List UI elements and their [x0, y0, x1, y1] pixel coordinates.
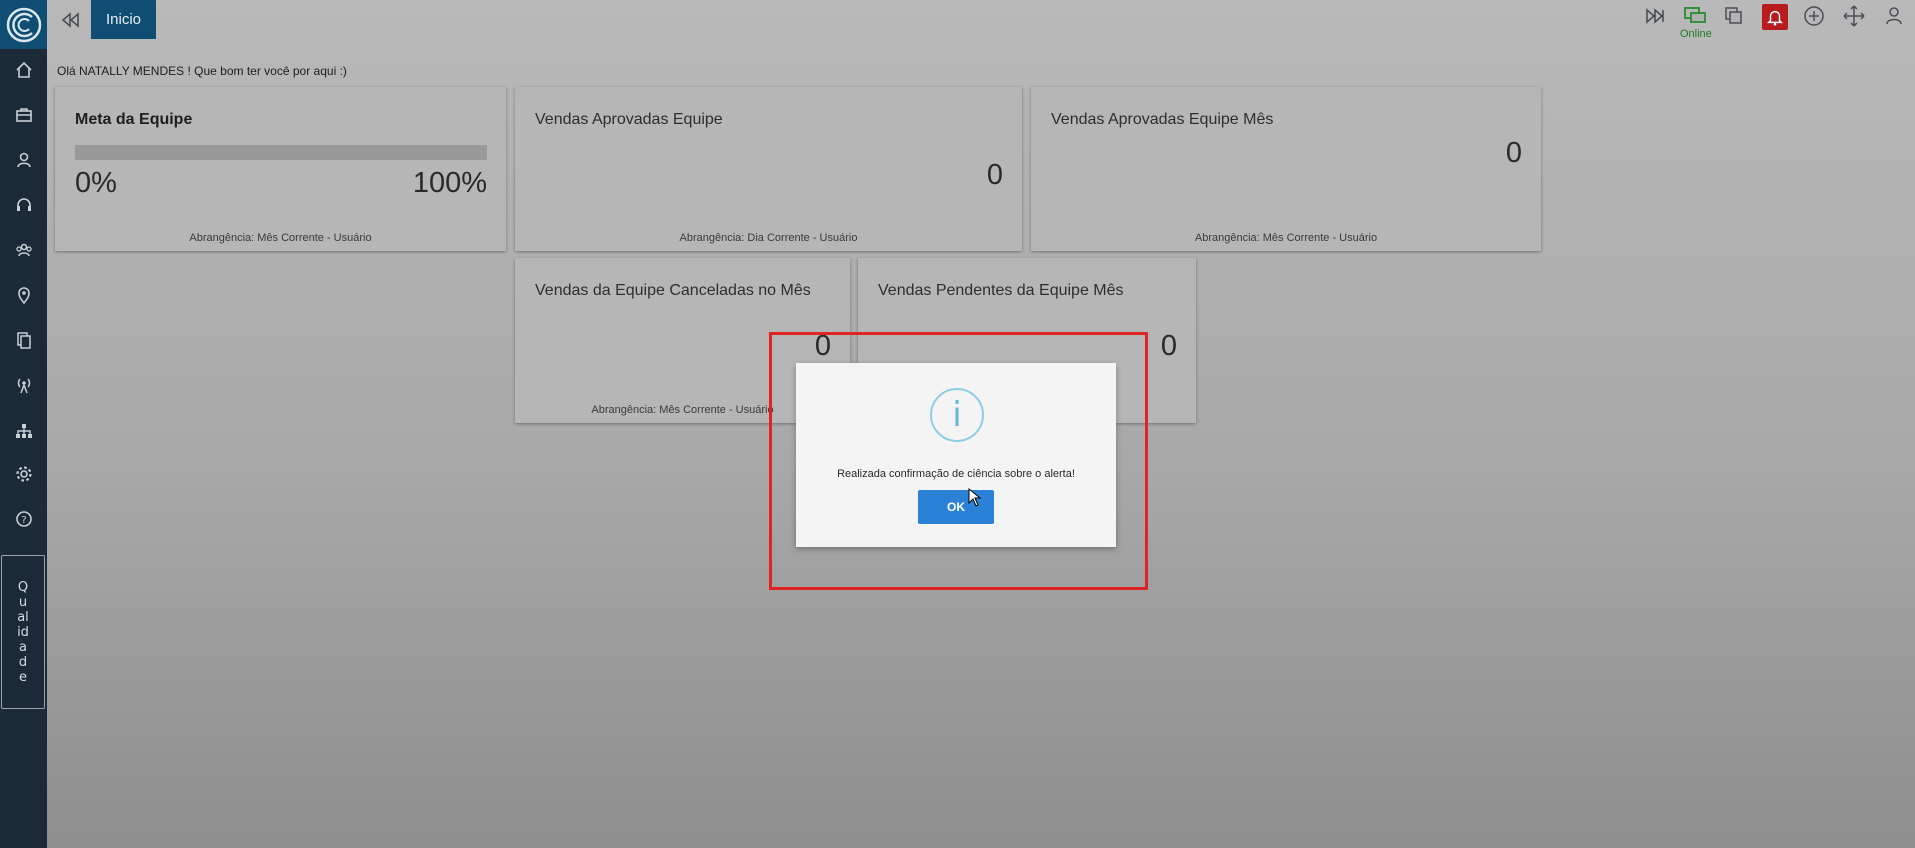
quality-tab[interactable]: Qualidade: [1, 555, 45, 709]
move-button[interactable]: [1842, 4, 1866, 40]
sidebar-item-help[interactable]: ?: [0, 504, 47, 534]
sidebar-item-hierarchy[interactable]: [0, 416, 47, 446]
card-value: 0: [1505, 137, 1522, 169]
greeting-text: Olá NATALLY MENDES ! Que bom ter você po…: [57, 64, 347, 78]
copy-icon: [1725, 7, 1742, 24]
card-footer: Abrangência: Dia Corrente - Usuário: [679, 232, 858, 244]
tab-inicio[interactable]: Inicio: [91, 0, 156, 39]
profile-button[interactable]: [1882, 4, 1906, 40]
move-icon: [1843, 5, 1865, 27]
fast-forward-button[interactable]: [1643, 4, 1667, 40]
logo-icon: [6, 7, 41, 42]
sidebar-item-users[interactable]: [0, 235, 47, 265]
user-icon: [16, 152, 31, 168]
card-footer: Abrangência: Mês Corrente - Usuário: [189, 232, 372, 244]
user-icon: [1886, 7, 1902, 25]
sidebar-item-location[interactable]: [0, 280, 47, 310]
hierarchy-icon: [15, 424, 32, 438]
briefcase-icon: [15, 108, 32, 122]
sidebar-item-documents[interactable]: [0, 325, 47, 355]
sidebar-item-briefcase[interactable]: [0, 100, 47, 130]
sidebar-item-settings[interactable]: [0, 459, 47, 489]
card-title: Vendas Aprovadas Equipe: [535, 111, 723, 128]
gear-icon: [15, 466, 32, 482]
plus-circle-icon: [1804, 6, 1824, 26]
bell-icon: [1766, 10, 1784, 26]
mouse-cursor-icon: [968, 488, 982, 507]
progress-max-label: 100%: [412, 167, 487, 199]
card-title: Vendas Aprovadas Equipe Mês: [1051, 111, 1274, 128]
sidebar-item-antenna[interactable]: [0, 370, 47, 400]
card-vendas-aprovadas-mes: Vendas Aprovadas Equipe Mês 0 Abrangênci…: [1031, 87, 1541, 251]
users-icon: [15, 243, 32, 257]
progress-min-label: 0%: [75, 167, 117, 199]
online-status: Online: [1680, 28, 1712, 40]
dialog-message: Realizada confirmação de ciência sobre o…: [837, 468, 1075, 480]
svg-text:?: ?: [21, 515, 26, 526]
help-icon: ?: [15, 511, 32, 527]
card-value: 0: [986, 159, 1003, 191]
meta-progress-bar: [75, 145, 487, 160]
sidebar-item-home[interactable]: [0, 55, 47, 85]
alert-dialog: i Realizada confirmação de ciência sobre…: [796, 363, 1116, 547]
sidebar-item-user[interactable]: [0, 145, 47, 175]
copy-button[interactable]: [1722, 4, 1746, 40]
quality-tab-label: Qualidade: [17, 579, 29, 685]
chat-monitor-icon: [1684, 7, 1706, 23]
card-title: Vendas Pendentes da Equipe Mês: [878, 282, 1124, 299]
card-meta-equipe: Meta da Equipe 0% 100% Abrangência: Mês …: [55, 87, 506, 251]
card-title: Vendas da Equipe Canceladas no Mês: [535, 282, 811, 299]
info-icon: i: [930, 388, 984, 442]
card-title: Meta da Equipe: [75, 111, 193, 128]
location-pin-icon: [17, 287, 30, 305]
card-vendas-aprovadas: Vendas Aprovadas Equipe 0 Abrangência: D…: [515, 87, 1022, 251]
add-button[interactable]: [1802, 4, 1826, 40]
antenna-icon: [17, 378, 30, 394]
notifications-button[interactable]: [1762, 4, 1788, 30]
fast-forward-icon: [1646, 8, 1664, 24]
card-footer: Abrangência: Mês Corrente - Usuário: [1194, 232, 1378, 244]
headset-icon: [16, 198, 31, 211]
documents-icon: [16, 332, 31, 349]
sidebar: ? Qualidade: [0, 0, 47, 848]
home-icon: [15, 61, 32, 78]
collapse-back-icon[interactable]: [59, 8, 83, 32]
card-value: 0: [1160, 330, 1177, 362]
app-logo[interactable]: [0, 0, 47, 49]
sidebar-item-headset[interactable]: [0, 190, 47, 220]
